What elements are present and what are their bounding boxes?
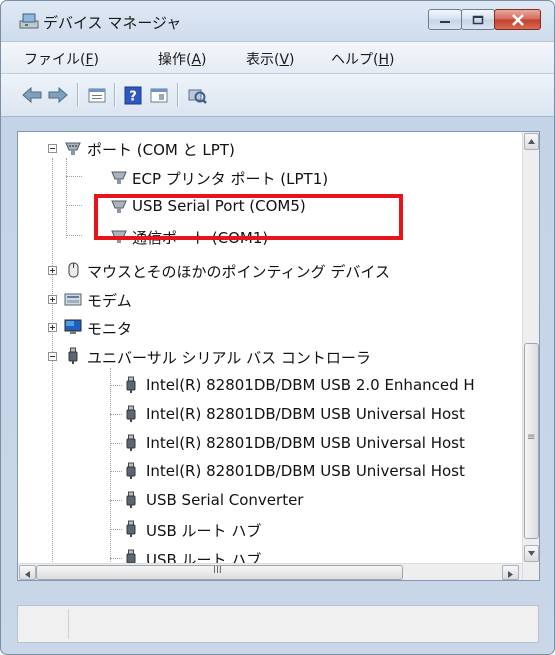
menu-file[interactable]: ファイル(F) [24,49,99,69]
tree-item-mouse[interactable]: マウスとそのほかのポインティング デバイス [18,256,518,284]
device-manager-app-icon [19,13,39,29]
tree-item-label: Intel(R) 82801DB/DBM USB Universal Host [146,462,465,480]
scroll-down-button[interactable] [524,545,539,562]
menu-help-accesskey: H [378,52,389,68]
tree-item-label: ポート (COM と LPT) [87,141,235,159]
menu-view[interactable]: 表示(V) [246,49,295,69]
tree-item-label: マウスとそのほかのポインティング デバイス [87,263,390,281]
port-connector-icon [65,142,81,155]
maximize-icon [472,15,484,24]
tree-item-ecp-printer-port[interactable]: ECP プリンタ ポート (LPT1) [18,163,518,191]
minimize-icon [440,20,450,23]
horizontal-scroll-thumb[interactable]: III [36,565,403,580]
expand-toggle[interactable] [48,323,57,332]
menu-help-label: ヘルプ( [331,52,379,68]
usb-plug-icon [126,434,136,451]
monitor-icon [64,319,82,334]
tree-item-ports[interactable]: ポート (COM と LPT) [18,134,518,162]
status-bar [17,605,539,643]
properties-icon[interactable] [86,84,108,106]
scroll-grip: III [213,565,222,576]
expand-toggle[interactable] [48,266,57,275]
toolbar-separator [177,83,179,107]
usb-plug-icon [126,520,136,537]
tree-item-modem[interactable]: モデム [18,285,518,313]
close-icon [511,13,524,26]
menu-action-suffix: ) [201,52,207,68]
menu-action[interactable]: 操作(A) [158,49,207,69]
tree-item-label: ユニバーサル シリアル バス コントローラ [87,349,371,367]
collapse-toggle[interactable] [48,144,57,153]
view-icon[interactable] [148,84,170,106]
tree-item-monitor[interactable]: モニタ [18,313,518,341]
toolbar: ? [1,73,554,117]
forward-arrow-icon[interactable] [47,84,69,106]
port-connector-icon [111,171,127,184]
device-manager-window: デバイス マネージャ ファイル(F) 操作(A) 表示(V) ヘルプ(H) ? [0,0,555,655]
scroll-left-arrow-icon [25,571,30,578]
tree-item-usb-device[interactable]: Intel(R) 82801DB/DBM USB Universal Host [18,400,518,428]
tree-item-label: Intel(R) 82801DB/DBM USB Universal Host [146,434,465,452]
caption-buttons [428,9,543,31]
svg-text:?: ? [129,90,137,105]
vertical-scroll-thumb[interactable]: ≡ [524,343,539,539]
scroll-down-arrow-icon [528,551,535,556]
minimize-button[interactable] [428,9,462,30]
highlight-box [94,194,403,240]
back-arrow-icon[interactable] [21,84,43,106]
horizontal-scrollbar[interactable]: III [18,563,522,580]
tree-item-label: USB ルート ハブ [146,522,262,540]
mouse-icon [68,262,79,278]
menu-view-accesskey: V [279,52,290,68]
scroll-up-button[interactable] [524,133,539,150]
menu-file-accesskey: F [85,52,94,68]
tree-item-usb-device[interactable]: USB Serial Converter [18,486,518,514]
maximize-button[interactable] [461,9,495,30]
menu-view-label: 表示( [246,52,280,68]
tree-item-label: USB Serial Converter [146,491,304,509]
vertical-scrollbar[interactable]: ≡ [522,132,539,580]
tree-item-usb-device[interactable]: Intel(R) 82801DB/DBM USB Universal Host [18,429,518,457]
usb-plug-icon [126,462,136,479]
scan-hardware-icon[interactable] [186,84,208,106]
modem-icon [64,293,82,306]
menu-action-accesskey: A [191,52,202,68]
tree-item-usb-device[interactable]: USB ルート ハブ [18,515,518,543]
menu-file-label: ファイル( [24,52,86,68]
tree-item-label: Intel(R) 82801DB/DBM USB 2.0 Enhanced H [146,376,475,394]
usb-plug-icon [68,347,78,364]
scroll-right-button[interactable] [502,565,519,580]
tree-item-usb-device[interactable]: Intel(R) 82801DB/DBM USB Universal Host [18,457,518,485]
tree-item-usb-device[interactable]: Intel(R) 82801DB/DBM USB 2.0 Enhanced H [18,371,518,399]
menu-action-label: 操作( [158,52,192,68]
menu-help-suffix: ) [389,52,395,68]
toolbar-separator [114,83,116,107]
status-pane [20,609,69,639]
tree-item-usb-controllers[interactable]: ユニバーサル シリアル バス コントローラ [18,342,518,370]
menu-help[interactable]: ヘルプ(H) [331,49,394,69]
tree-item-label: モデム [87,292,132,310]
menu-view-suffix: ) [289,52,295,68]
menu-file-suffix: ) [93,52,99,68]
menu-bar: ファイル(F) 操作(A) 表示(V) ヘルプ(H) [1,41,554,74]
tree-item-label: Intel(R) 82801DB/DBM USB Universal Host [146,405,465,423]
scroll-up-arrow-icon [528,139,535,144]
scroll-left-button[interactable] [19,565,36,580]
title-bar[interactable]: デバイス マネージャ [1,1,554,41]
usb-plug-icon [126,376,136,393]
collapse-toggle[interactable] [48,352,57,361]
tree-item-label: ECP プリンタ ポート (LPT1) [132,170,329,188]
tree-item-label: モニタ [87,320,133,338]
scroll-right-arrow-icon [508,571,513,578]
expand-toggle[interactable] [48,295,57,304]
window-title: デバイス マネージャ [43,14,182,32]
close-button[interactable] [494,9,541,30]
usb-plug-icon [126,405,136,422]
toolbar-separator [77,83,79,107]
scroll-grip: ≡ [527,432,536,443]
usb-plug-icon [126,491,136,508]
status-pane [70,609,532,639]
help-icon[interactable]: ? [122,84,144,106]
